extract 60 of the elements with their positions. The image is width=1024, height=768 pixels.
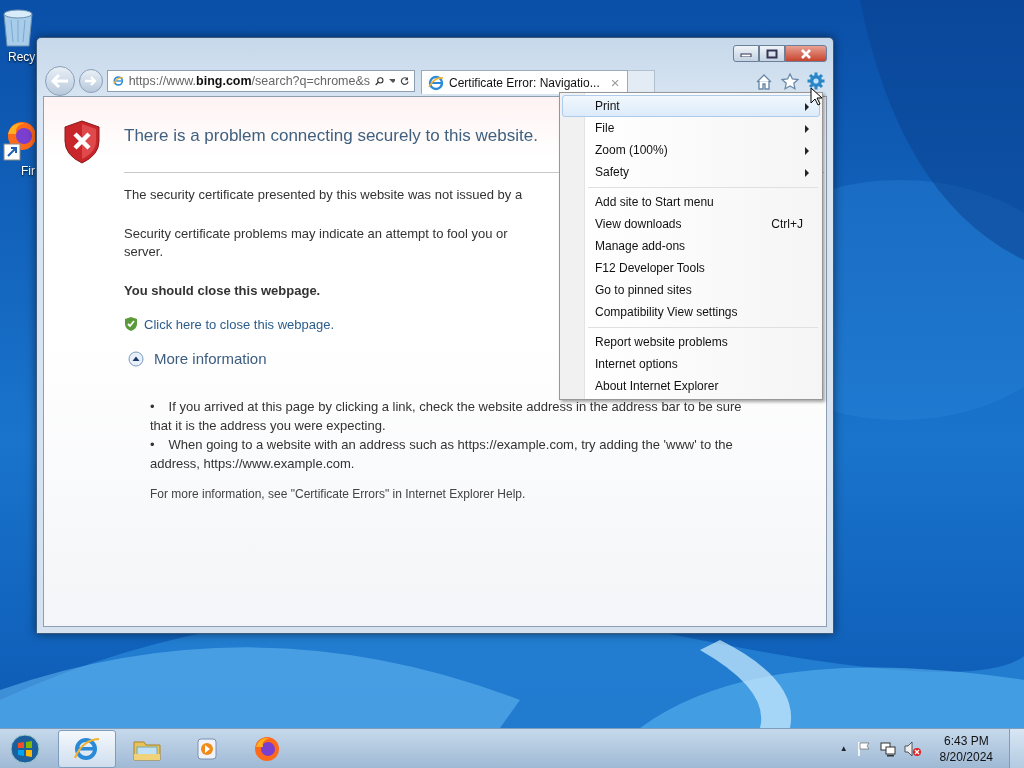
new-tab-button[interactable] <box>628 70 656 94</box>
url-text: https://www.bing.com/search?q=chrome&s <box>128 74 371 88</box>
warning-text: You should close this webpage. <box>124 282 321 300</box>
back-arrow-icon <box>50 73 70 89</box>
close-webpage-link[interactable]: Click here to close this webpage. <box>144 316 335 332</box>
search-icon[interactable] <box>375 74 385 88</box>
collapse-icon[interactable] <box>128 350 144 367</box>
star-icon[interactable] <box>781 72 799 90</box>
menu-item[interactable]: Print <box>562 95 820 117</box>
menu-item[interactable]: Manage add-ons <box>562 235 820 257</box>
browser-logo-icon <box>113 73 124 89</box>
paragraph: The security certificate presented by this website was not issued by a <box>124 186 523 204</box>
menu-item[interactable]: Report website problems <box>562 331 820 353</box>
menu-item[interactable]: View downloads Ctrl+J <box>562 213 820 235</box>
desktop-icon-label[interactable]: Recy <box>8 50 36 64</box>
menu-item[interactable]: Zoom (100%) <box>562 139 820 161</box>
menu-item[interactable]: Safety <box>562 161 820 183</box>
settings-icon[interactable] <box>807 72 825 90</box>
paragraph: Security certificate problems may indicate an attempt to fool you or server. <box>124 225 508 261</box>
menu-item[interactable]: About Internet Explorer <box>562 375 820 397</box>
page-heading: There is a problem connecting securely to this website. <box>124 126 538 146</box>
back-button[interactable] <box>45 66 75 96</box>
minimize-button[interactable] <box>733 45 759 62</box>
maximize-icon <box>766 48 778 59</box>
security-warning-icon <box>62 119 102 165</box>
dropdown-icon[interactable] <box>389 78 395 84</box>
refresh-icon[interactable] <box>399 74 409 88</box>
close-icon <box>800 48 812 59</box>
browser-logo-icon <box>428 74 444 91</box>
menu-item[interactable]: Internet options <box>562 353 820 375</box>
forward-arrow-icon <box>84 75 98 87</box>
menu-item[interactable]: Go to pinned sites <box>562 279 820 301</box>
close-button[interactable] <box>785 45 827 62</box>
flag-icon[interactable] <box>855 740 872 757</box>
help-text: For more information, see "Certificate Errors" in Internet Explorer Help. <box>150 487 527 501</box>
network-icon[interactable] <box>879 740 896 757</box>
show-hidden-icons-button[interactable]: ▲ <box>839 744 848 753</box>
home-icon[interactable] <box>755 72 773 90</box>
muted-speaker-icon[interactable] <box>903 740 922 757</box>
taskbar-button[interactable] <box>58 729 116 768</box>
forward-button[interactable] <box>79 69 103 93</box>
shield-check-icon <box>124 316 138 332</box>
menu-item[interactable]: File <box>562 117 820 139</box>
show-desktop-button[interactable] <box>1009 729 1024 768</box>
more-information-link[interactable]: More information <box>154 350 267 367</box>
bullet-text: • If you arrived at this page by clicking a link, check the website address in the address bar to be sure that it is the address you were expecting. <box>150 398 743 435</box>
mouse-cursor-icon <box>810 87 822 106</box>
minimize-icon <box>740 50 752 57</box>
menu-item[interactable]: Compatibility View settings <box>562 301 820 323</box>
clock-date[interactable]: 8/20/2024 <box>939 748 993 765</box>
browser-tab[interactable]: Certificate Error: Navigatio... × <box>421 70 629 94</box>
recycle-bin-icon[interactable] <box>1 8 35 48</box>
desktop-icon-label[interactable]: Fir <box>21 164 35 178</box>
menu-item[interactable]: Add site to Start menu <box>562 191 820 213</box>
maximize-button[interactable] <box>759 45 785 62</box>
bullet-text: • When going to a website with an address such as https://example.com, try adding the 'www' to the address, https://www.example.com. <box>150 436 734 473</box>
clock-time[interactable]: 6:43 PM <box>943 732 989 749</box>
address-bar[interactable]: https://www.bing.com/search?q=chrome&s <box>107 70 415 92</box>
menu-item[interactable]: F12 Developer Tools <box>562 257 820 279</box>
tab-title: Certificate Error: Navigatio... <box>449 75 600 90</box>
